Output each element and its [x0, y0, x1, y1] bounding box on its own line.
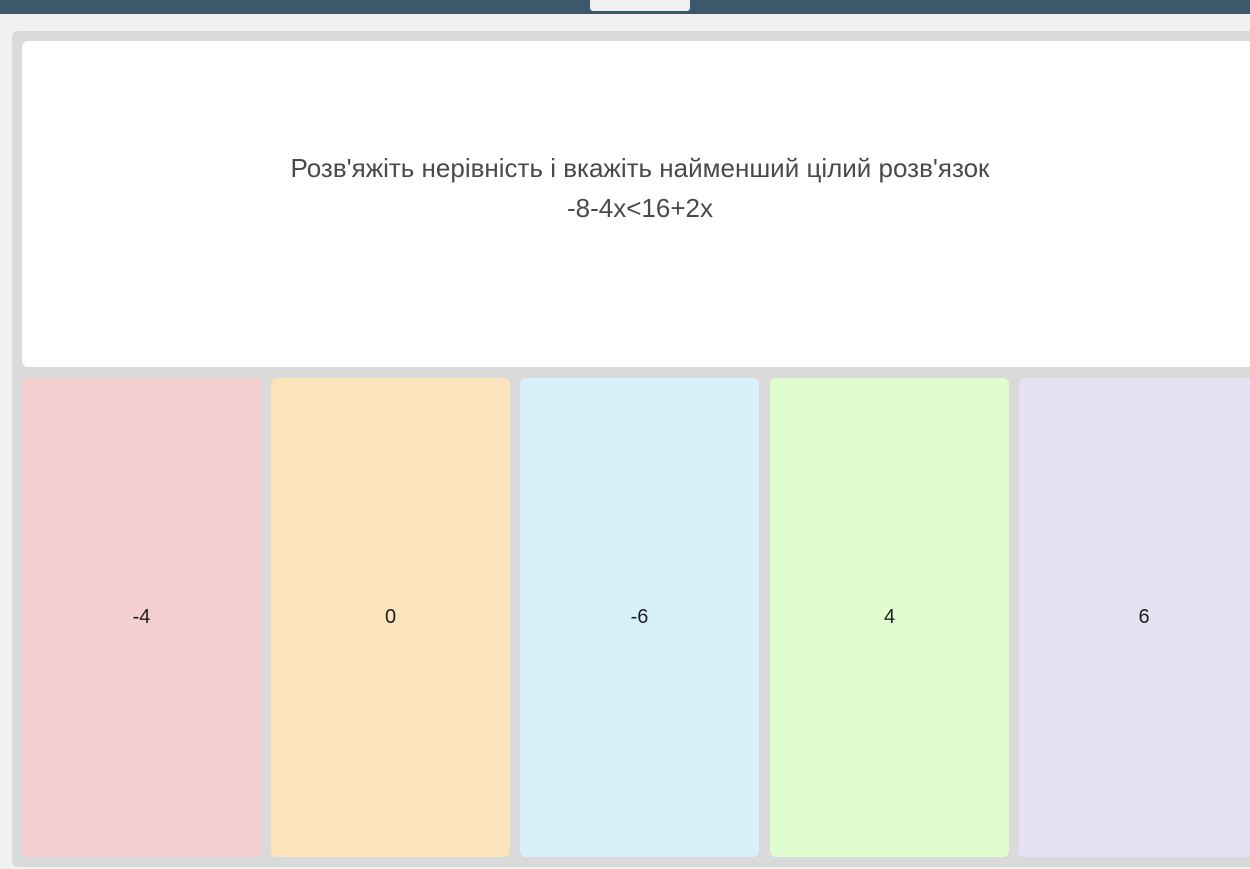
answer-option-5[interactable]: 6	[1019, 378, 1250, 857]
answer-option-3[interactable]: -6	[520, 378, 759, 857]
answer-option-label: -4	[132, 606, 151, 628]
answer-option-label: 6	[1138, 606, 1150, 628]
answer-option-label: 0	[384, 606, 397, 628]
question-line-1: Розв'яжіть нерівність і вкажіть найменши…	[290, 153, 990, 183]
answer-option-label: -6	[630, 606, 649, 628]
answer-option-2[interactable]: 0	[271, 378, 510, 857]
answer-option-label: 4	[883, 606, 896, 628]
top-tab[interactable]	[590, 0, 690, 11]
question-card: Розв'яжіть нерівність і вкажіть найменши…	[22, 41, 1250, 367]
answer-option-1[interactable]: -4	[22, 378, 261, 857]
question-text: Розв'яжіть нерівність і вкажіть найменши…	[22, 25, 1250, 351]
answer-option-4[interactable]: 4	[770, 378, 1009, 857]
question-line-2: -8-4x<16+2x	[567, 193, 713, 223]
